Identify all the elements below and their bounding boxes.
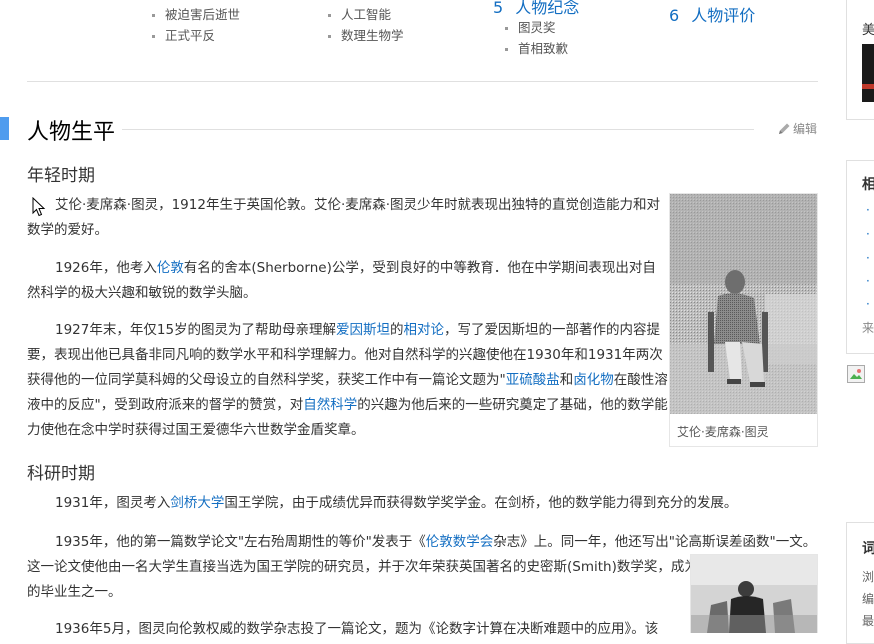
portrait-photo[interactable] bbox=[670, 194, 817, 414]
broken-image-icon bbox=[847, 365, 865, 383]
link-sulfite[interactable]: 亚硫酸盐 bbox=[506, 372, 560, 388]
toc-section-5[interactable]: 5 人物纪念 bbox=[493, 0, 579, 18]
mouse-cursor-icon bbox=[32, 196, 46, 221]
list-item[interactable]: · bbox=[866, 203, 870, 217]
list-item[interactable]: · bbox=[866, 251, 870, 265]
sidebar-card-title: 相 bbox=[862, 177, 874, 193]
photo-figure[interactable]: 艾伦·麦席森·图灵 bbox=[669, 193, 818, 447]
section-title: 人物生平 bbox=[27, 120, 116, 145]
subsection-title-youth: 年轻时期 bbox=[27, 166, 95, 186]
pencil-icon bbox=[779, 123, 790, 134]
list-item[interactable]: · bbox=[866, 227, 870, 241]
link-cambridge[interactable]: 剑桥大学 bbox=[170, 495, 224, 511]
toc-item[interactable]: 图灵奖 bbox=[505, 17, 556, 36]
sidebar-thumbnail-accent bbox=[862, 84, 874, 89]
list-item[interactable]: · bbox=[866, 297, 870, 311]
running-photo[interactable] bbox=[691, 555, 817, 633]
sidebar-card-3: 词 浏 编 最 bbox=[846, 522, 874, 644]
sidebar-more-link[interactable]: 来 bbox=[862, 319, 874, 336]
link-einstein[interactable]: 爱因斯坦 bbox=[336, 322, 390, 338]
sidebar-card-title: 美 bbox=[862, 23, 874, 38]
divider bbox=[27, 81, 818, 82]
link-halide[interactable]: 卤化物 bbox=[573, 372, 614, 388]
paragraph: 1926年，他考入伦敦有名的舍本(Sherborne)公学，受到良好的中等教育．… bbox=[27, 260, 656, 301]
link-london-math-society[interactable]: 伦敦数学会 bbox=[426, 534, 494, 550]
subsection-title-research: 科研时期 bbox=[27, 464, 95, 484]
portrait-image bbox=[670, 194, 817, 414]
link-natural-science[interactable]: 自然科学 bbox=[303, 397, 357, 413]
sidebar-stat: 浏 bbox=[862, 570, 874, 584]
toc-item[interactable]: 被迫害后逝世 bbox=[152, 4, 240, 23]
toc-item[interactable]: 首相致歉 bbox=[505, 38, 568, 57]
toc-item[interactable]: 数理生物学 bbox=[328, 25, 404, 44]
paragraph: 艾伦·麦席森·图灵，1912年生于英国伦敦。艾伦·麦席森·图灵少年时就表现出独特… bbox=[27, 197, 661, 238]
toc-item[interactable]: 人工智能 bbox=[328, 4, 391, 23]
link-london[interactable]: 伦敦 bbox=[157, 260, 184, 276]
paragraph: 1931年，图灵考入剑桥大学国王学院，由于成绩优异而获得数学奖学金。在剑桥，他的… bbox=[55, 495, 738, 511]
toc-section-6[interactable]: 6 人物评价 bbox=[669, 2, 755, 26]
sidebar-thumbnail[interactable] bbox=[862, 44, 874, 102]
toc-item[interactable]: 正式平反 bbox=[152, 25, 215, 44]
edit-button[interactable]: 编辑 bbox=[778, 120, 817, 137]
link-relativity[interactable]: 相对论 bbox=[404, 322, 445, 338]
photo-caption: 艾伦·麦席森·图灵 bbox=[677, 425, 769, 439]
sidebar-stat: 最 bbox=[862, 614, 874, 628]
section-divider bbox=[122, 129, 754, 130]
section-accent-bar bbox=[0, 117, 9, 140]
runner-image bbox=[691, 555, 817, 633]
sidebar-card-title: 词 bbox=[862, 541, 874, 557]
sidebar-card-1[interactable]: 美 bbox=[846, 0, 874, 120]
sidebar-card-2: 相 · · · · · 来 bbox=[846, 160, 874, 354]
sidebar-stat: 编 bbox=[862, 592, 874, 606]
paragraph: 1927年末，年仅15岁的图灵为了帮助母亲理解爱因斯坦的相对论，写了爱因斯坦的一… bbox=[27, 322, 668, 438]
photo-figure[interactable] bbox=[690, 554, 818, 633]
list-item[interactable]: · bbox=[866, 274, 870, 288]
